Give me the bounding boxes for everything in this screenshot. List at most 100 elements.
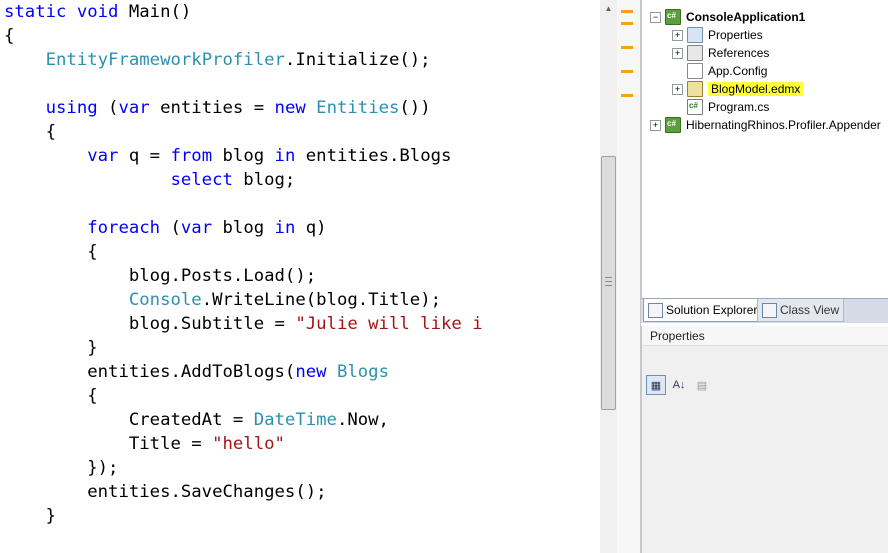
code-token: "hello" [212, 434, 285, 454]
code-token: { [4, 386, 98, 406]
code-token: blog [212, 146, 275, 166]
code-line[interactable]: blog.Subtitle = "Julie will like i [4, 312, 483, 336]
expand-icon[interactable]: + [672, 47, 683, 59]
config-file-icon [687, 63, 703, 79]
references-icon [687, 45, 703, 61]
code-line[interactable]: ​ [4, 192, 483, 216]
change-marker [621, 22, 633, 25]
code-line[interactable]: entities.SaveChanges(); [4, 480, 483, 504]
code-line[interactable]: EntityFrameworkProfiler.Initialize(); [4, 48, 483, 72]
code-token: entities.SaveChanges(); [4, 482, 327, 502]
code-token: Console [128, 290, 202, 310]
expand-icon[interactable]: + [672, 29, 683, 41]
expand-icon[interactable]: + [672, 83, 683, 95]
code-token: blog.Posts.Load(); [4, 266, 317, 286]
editor-scrollbar[interactable]: ▲ [600, 0, 617, 553]
code-token: .WriteLine(blog.Title); [201, 290, 441, 310]
code-line[interactable]: } [4, 336, 483, 360]
code-line[interactable]: blog.Posts.Load(); [4, 264, 483, 288]
tab-class-view[interactable]: Class View [757, 299, 845, 322]
tree-item[interactable]: + Properties [672, 26, 763, 44]
code-token: .Initialize(); [284, 50, 431, 70]
code-line[interactable]: Console.WriteLine(blog.Title); [4, 288, 483, 312]
properties-toolbar: ▦ A↓ ▤ [646, 374, 715, 396]
code-token: from [170, 146, 213, 166]
code-line[interactable]: } [4, 504, 483, 528]
code-line[interactable]: var q = from blog in entities.Blogs [4, 144, 483, 168]
code-token: Entities [316, 98, 400, 118]
change-marker [621, 70, 633, 73]
tree-item[interactable]: − ConsoleApplication1 [650, 8, 805, 26]
code-token: q = [118, 146, 171, 166]
code-line[interactable]: { [4, 24, 483, 48]
code-token: entities = [149, 98, 275, 118]
properties-title: Properties [642, 326, 888, 346]
code-token: ( [97, 98, 119, 118]
code-line[interactable]: CreatedAt = DateTime.Now, [4, 408, 483, 432]
code-token: EntityFrameworkProfiler [45, 50, 285, 70]
thumb-grip-icon [605, 277, 612, 286]
code-token: Blogs [336, 362, 389, 382]
collapse-icon[interactable]: − [650, 11, 661, 23]
tool-window-tabs: Solution Explorer Class View [641, 298, 888, 323]
tree-item-label: App.Config [708, 64, 768, 78]
tree-item-label: Properties [708, 28, 763, 42]
code-token: ( [160, 218, 181, 238]
code-line[interactable]: Title = "hello" [4, 432, 483, 456]
solution-explorer-icon [648, 302, 663, 318]
code-token: { [4, 242, 98, 262]
code-token: new [295, 362, 327, 382]
csharp-file-icon [687, 99, 703, 115]
change-marker [621, 10, 633, 13]
code-token: foreach [87, 218, 161, 238]
code-token: { [4, 122, 57, 142]
code-token: blog.Subtitle = [4, 314, 296, 334]
code-token: .Now, [336, 410, 389, 430]
code-line[interactable]: }); [4, 456, 483, 480]
categorized-icon[interactable]: ▦ [646, 375, 666, 395]
code-line[interactable]: { [4, 240, 483, 264]
alphabetical-sort-icon[interactable]: A↓ [669, 375, 689, 395]
expand-icon[interactable]: + [650, 119, 661, 131]
code-line[interactable]: { [4, 120, 483, 144]
code-line[interactable]: foreach (var blog in q) [4, 216, 483, 240]
tree-item[interactable]: + HibernatingRhinos.Profiler.Appender [650, 116, 881, 134]
tree-item[interactable]: + BlogModel.edmx [672, 80, 804, 98]
code-line[interactable]: { [4, 384, 483, 408]
code-token: entities.AddToBlogs( [4, 362, 296, 382]
code-token: var [87, 146, 119, 166]
tree-item[interactable]: Program.cs [672, 98, 769, 116]
tree-item[interactable]: App.Config [672, 62, 767, 80]
code-token: entities.Blogs [295, 146, 452, 166]
code-line[interactable]: entities.AddToBlogs(new Blogs [4, 360, 483, 384]
tree-item[interactable]: + References [672, 44, 769, 62]
code-token: static [4, 2, 67, 22]
code-line[interactable]: static void Main() [4, 0, 483, 24]
tab-solution-explorer[interactable]: Solution Explorer [643, 299, 763, 322]
scrollbar-thumb[interactable] [601, 156, 616, 410]
change-marker [621, 46, 633, 49]
code-token: in [274, 218, 296, 238]
code-token: } [4, 506, 57, 526]
code-editor[interactable]: static void Main(){ EntityFrameworkProfi… [0, 0, 600, 553]
property-pages-icon[interactable]: ▤ [692, 375, 712, 395]
code-text[interactable]: static void Main(){ EntityFrameworkProfi… [4, 0, 483, 528]
tab-label: Solution Explorer [666, 303, 758, 317]
tab-label: Class View [780, 303, 840, 317]
code-token: in [274, 146, 296, 166]
tree-item-label: BlogModel.edmx [708, 82, 804, 96]
code-token: void [76, 2, 119, 22]
code-token: }); [4, 458, 119, 478]
change-indicator-margin [617, 0, 641, 553]
code-token: blog; [232, 170, 296, 190]
code-line[interactable]: using (var entities = new Entities()) [4, 96, 483, 120]
scroll-up-arrow-icon[interactable]: ▲ [600, 0, 617, 17]
code-line[interactable]: select blog; [4, 168, 483, 192]
code-line[interactable]: ​ [4, 72, 483, 96]
